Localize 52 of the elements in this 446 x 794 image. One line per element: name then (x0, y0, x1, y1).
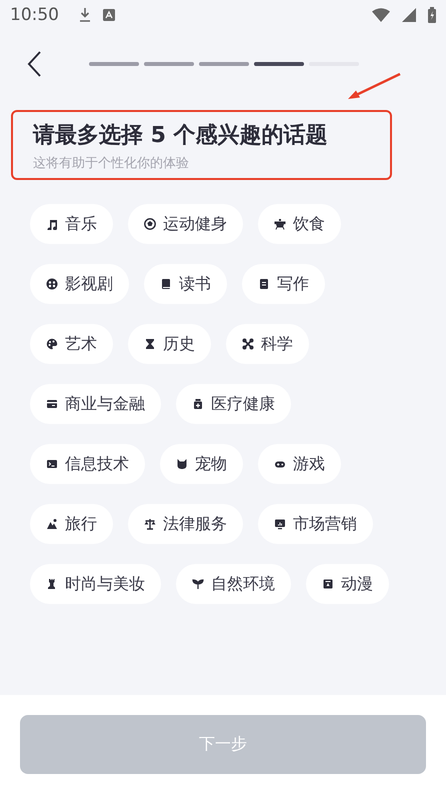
card-icon (46, 398, 58, 410)
grill-icon (274, 218, 286, 230)
annotation-arrow (346, 72, 402, 102)
topic-chip[interactable]: 读书 (144, 264, 227, 304)
chess-icon (46, 578, 58, 590)
monitor-icon (274, 518, 286, 530)
topic-chip[interactable]: 旅行 (30, 504, 113, 544)
topic-chip[interactable]: 法律服务 (128, 504, 243, 544)
topic-chip[interactable]: 动漫 (306, 564, 389, 604)
bottle-icon (192, 398, 204, 410)
signal-icon (402, 8, 416, 22)
book-icon (160, 278, 172, 290)
topic-chip[interactable]: 写作 (242, 264, 325, 304)
status-time: 10:50 (10, 5, 59, 25)
topic-chip[interactable]: 历史 (128, 324, 211, 364)
topic-chip[interactable]: 宠物 (160, 444, 243, 484)
topic-chip[interactable]: 信息技术 (30, 444, 145, 484)
hourglass-icon (144, 338, 156, 350)
terminal-icon (46, 458, 58, 470)
topic-chip[interactable]: 饮食 (258, 204, 341, 244)
battery-icon (428, 7, 436, 23)
topic-chip[interactable]: 运动健身 (128, 204, 243, 244)
palette-icon (46, 338, 58, 350)
box-icon (322, 578, 334, 590)
topic-chip[interactable]: 商业与金融 (30, 384, 161, 424)
ball-icon (144, 218, 156, 230)
progress-segment (199, 62, 249, 66)
document-icon (258, 278, 270, 290)
cat-icon (176, 458, 188, 470)
reel-icon (46, 278, 58, 290)
topic-chip[interactable]: 影视剧 (30, 264, 129, 304)
topic-chip[interactable]: 艺术 (30, 324, 113, 364)
topic-chip[interactable]: 游戏 (258, 444, 341, 484)
molecule-icon (242, 338, 254, 350)
progress-segment (89, 62, 139, 66)
sprout-icon (192, 578, 204, 590)
topic-chip[interactable]: 时尚与美妆 (30, 564, 161, 604)
keyboard-icon (103, 9, 115, 21)
page-subtitle: 这将有助于个性化你的体验 (33, 155, 190, 172)
scale-icon (144, 518, 156, 530)
topic-chip[interactable]: 音乐 (30, 204, 113, 244)
wifi-icon (372, 8, 390, 22)
music-icon (46, 218, 58, 230)
topic-chip[interactable]: 科学 (226, 324, 309, 364)
topic-chip[interactable]: 医疗健康 (176, 384, 291, 424)
mountain-icon (46, 518, 58, 530)
download-icon (79, 8, 91, 22)
topic-chip[interactable]: 市场营销 (258, 504, 373, 544)
topic-chip[interactable]: 自然环境 (176, 564, 291, 604)
page-title: 请最多选择 5 个感兴趣的话题 (33, 122, 329, 150)
progress-segment (254, 62, 304, 66)
progress-segment (144, 62, 194, 66)
